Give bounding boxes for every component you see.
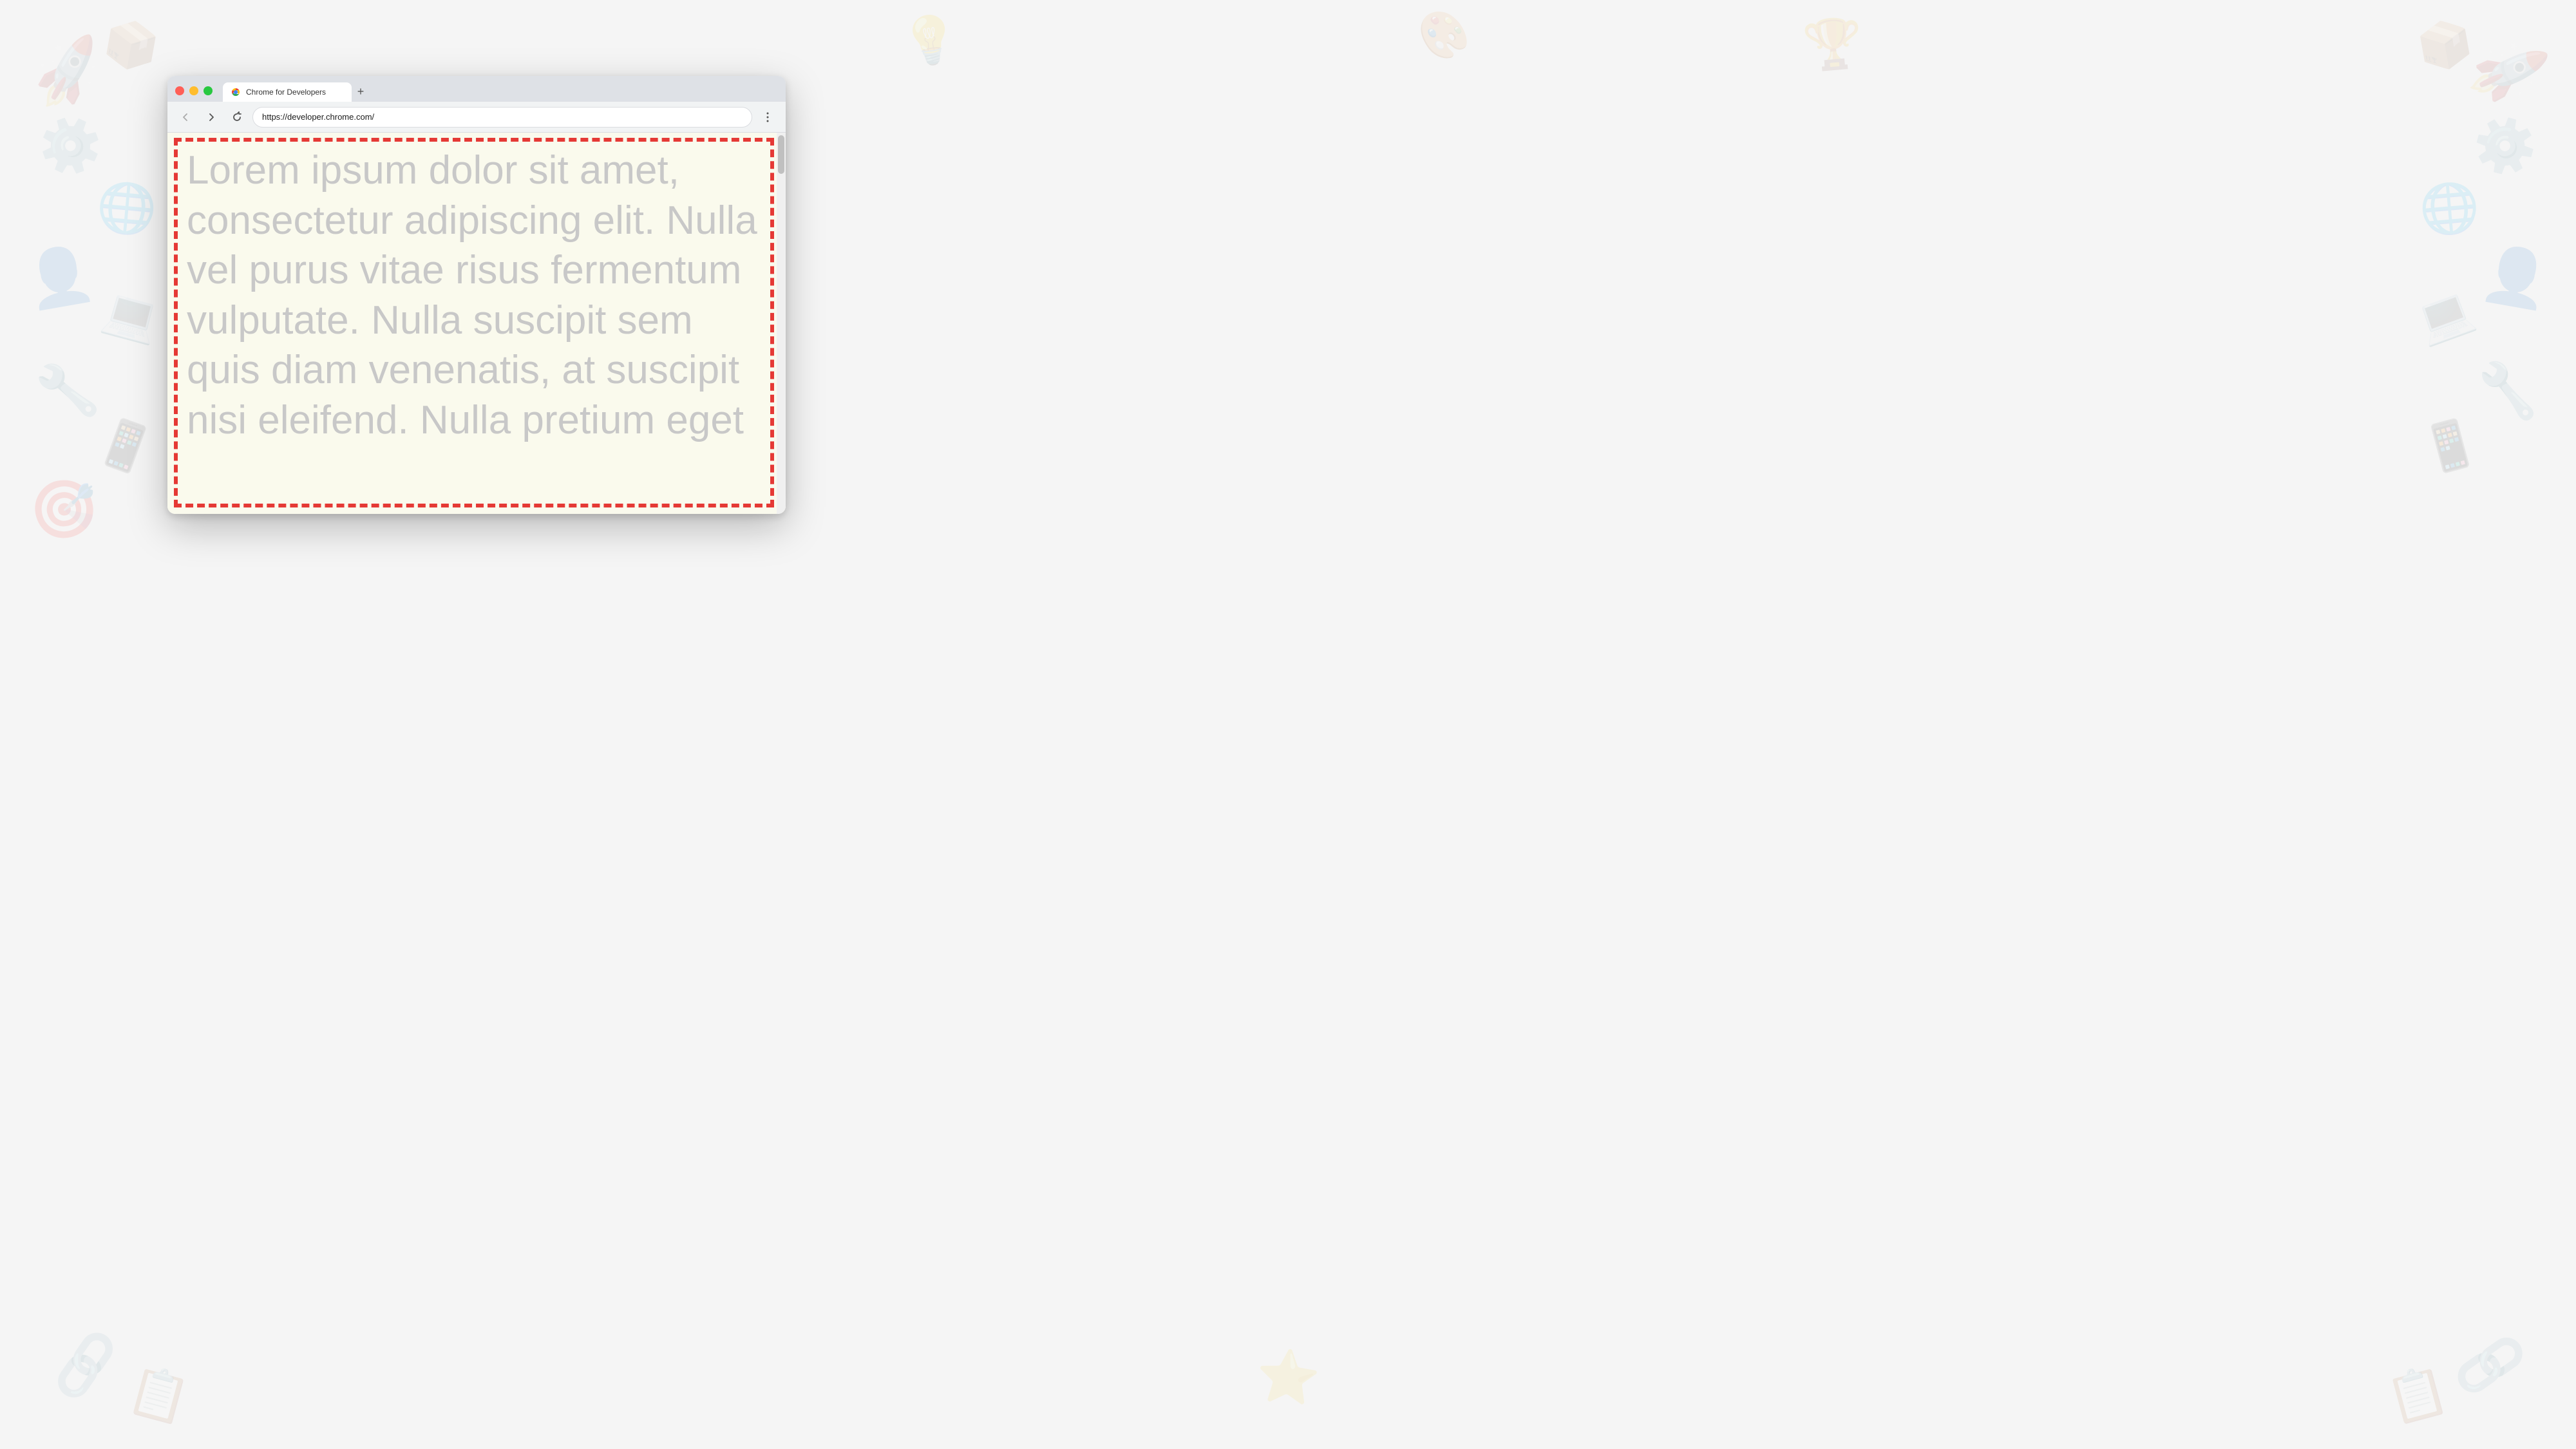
scrollbar-track — [777, 133, 786, 514]
chrome-favicon — [231, 87, 241, 97]
forward-button[interactable] — [201, 107, 222, 128]
scrollbar-thumb[interactable] — [778, 135, 784, 174]
maximize-button[interactable] — [204, 86, 213, 95]
lorem-ipsum-text: Lorem ipsum dolor sit amet, consectetur … — [187, 146, 766, 445]
minimize-button[interactable] — [189, 86, 198, 95]
url-text: https://developer.chrome.com/ — [262, 112, 743, 122]
tab-title: Chrome for Developers — [246, 88, 344, 97]
back-button[interactable] — [175, 107, 196, 128]
navbar: https://developer.chrome.com/ — [167, 102, 786, 133]
tab-bar: Chrome for Developers + — [223, 82, 786, 102]
back-icon — [180, 111, 191, 123]
reload-button[interactable] — [227, 107, 247, 128]
more-options-icon — [761, 111, 774, 124]
close-button[interactable] — [175, 86, 184, 95]
forward-icon — [205, 111, 217, 123]
browser-window: Chrome for Developers + https://develope… — [167, 76, 786, 514]
active-tab[interactable]: Chrome for Developers — [223, 82, 352, 102]
menu-button[interactable] — [757, 107, 778, 128]
window-controls — [175, 86, 213, 102]
new-tab-button[interactable]: + — [352, 82, 370, 100]
titlebar: Chrome for Developers + — [167, 76, 786, 102]
page-content: Lorem ipsum dolor sit amet, consectetur … — [167, 133, 786, 514]
reload-icon — [231, 111, 243, 123]
address-bar[interactable]: https://developer.chrome.com/ — [252, 107, 752, 128]
